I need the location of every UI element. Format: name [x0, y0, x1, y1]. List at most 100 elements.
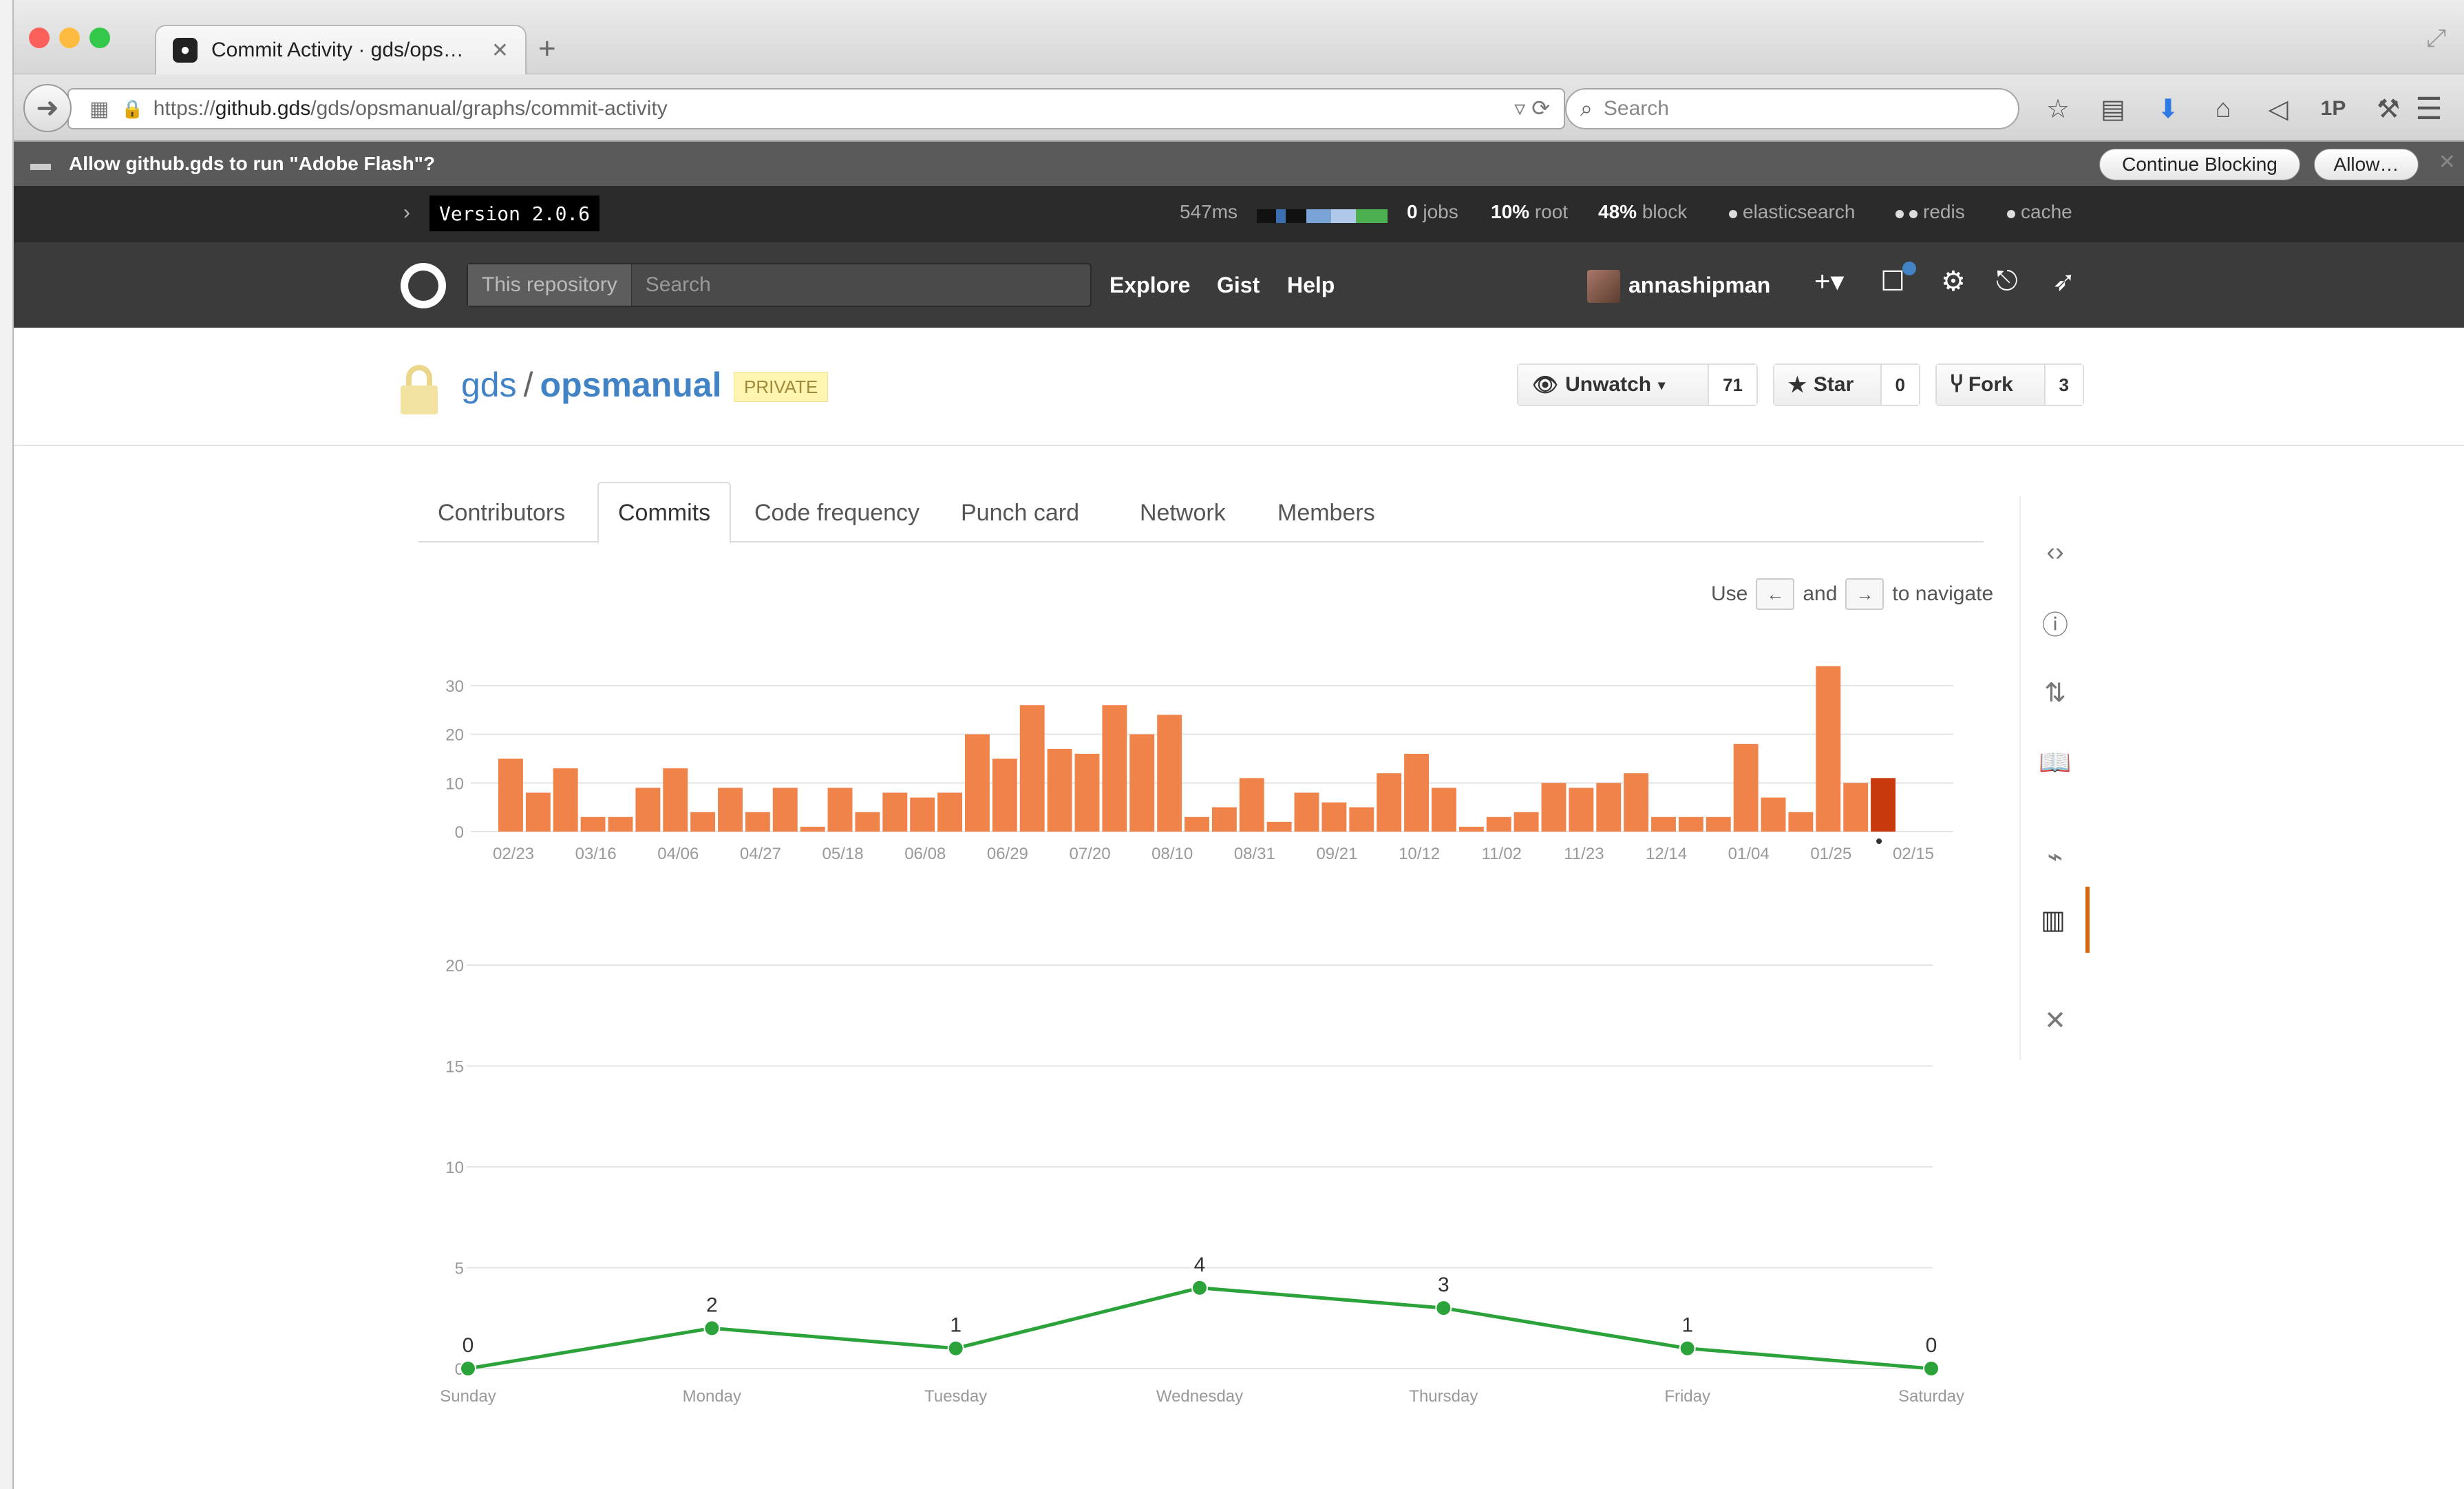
close-window-button[interactable]	[29, 28, 50, 48]
notifications-icon[interactable]: ☐	[1880, 266, 1905, 297]
day-x-tick-label: Monday	[683, 1387, 741, 1406]
graphs-icon[interactable]: ▥	[2021, 887, 2090, 953]
star-icon: ★	[1788, 373, 1807, 397]
commit-bar	[1349, 807, 1374, 832]
hamburger-menu-icon[interactable]: ☰	[2405, 89, 2453, 128]
commit-bar	[1019, 705, 1045, 832]
github-favicon-icon: ●	[173, 38, 198, 63]
cache-status: cache	[2007, 201, 2072, 223]
tab-contributors[interactable]: Contributors	[418, 482, 584, 544]
fork-icon: Ⴤ	[1951, 373, 1963, 397]
1password-icon[interactable]: 1P	[2306, 87, 2361, 131]
repo-owner-link[interactable]: gds	[461, 366, 517, 404]
tab-commits[interactable]: Commits	[597, 482, 732, 544]
watch-button-group: 👁 Unwatch ▾ 71	[1517, 363, 1758, 406]
stargazers-count[interactable]: 0	[1881, 365, 1919, 405]
close-notification-icon[interactable]: ✕	[2439, 150, 2456, 174]
unwatch-button[interactable]: 👁 Unwatch ▾	[1518, 365, 1710, 405]
issues-icon[interactable]: ⓘ	[2021, 595, 2090, 650]
wiki-icon[interactable]: 📖	[2021, 735, 2090, 790]
back-arrow-icon: ➜	[36, 93, 59, 123]
continue-blocking-button[interactable]: Continue Blocking	[2099, 149, 2300, 180]
tab-punch-card[interactable]: Punch card	[942, 482, 1098, 544]
staff-bar: › Version 2.0.6 547ms 0 jobs 10% root 48…	[14, 186, 2464, 242]
search-icon: ⌕	[1580, 96, 1593, 120]
fork-button-group: Ⴤ Fork 3	[1935, 363, 2084, 406]
pulse-icon[interactable]: ⌁	[2021, 829, 2090, 884]
commit-bar	[1294, 792, 1319, 832]
root-stat: 10% root	[1491, 201, 1569, 222]
bookmark-star-icon[interactable]: ☆	[2030, 87, 2085, 131]
create-new-icon[interactable]: +▾	[1814, 266, 1844, 297]
back-button[interactable]: ➜	[23, 84, 72, 132]
elasticsearch-status: elasticsearch	[1729, 201, 1855, 223]
settings-gear-icon[interactable]: ⚙	[1941, 266, 1966, 297]
star-button[interactable]: ★ Star	[1774, 365, 1882, 405]
home-icon[interactable]: ⌂	[2196, 87, 2251, 131]
downloads-icon[interactable]: ⬇	[2141, 87, 2196, 131]
nav-explore-link[interactable]: Explore	[1109, 273, 1190, 298]
browser-search-placeholder: Search	[1603, 97, 1669, 120]
new-tab-button[interactable]: +	[538, 32, 556, 66]
nav-help-link[interactable]: Help	[1287, 273, 1335, 298]
commit-bar	[1624, 773, 1649, 832]
line-y-tick-label: 15	[445, 1058, 464, 1077]
commit-bar	[937, 792, 963, 832]
octocat-logo-icon[interactable]	[401, 263, 446, 308]
tab-code-frequency[interactable]: Code frequency	[735, 482, 939, 544]
bar-x-tick-label: 01/25	[1810, 845, 1851, 863]
settings-tools-icon[interactable]: ✕	[2021, 993, 2090, 1048]
fork-button[interactable]: Ⴤ Fork	[1937, 365, 2046, 405]
minimize-window-button[interactable]	[59, 28, 80, 48]
commit-bar	[1404, 753, 1430, 832]
redis-status: redis	[1895, 201, 1965, 223]
repo-title-separator: /	[523, 366, 533, 404]
line-y-tick-label: 10	[445, 1159, 464, 1177]
site-identity-icon[interactable]: ▦	[89, 97, 109, 121]
send-icon[interactable]: ◁	[2251, 87, 2306, 131]
bar-x-tick-label: 08/10	[1151, 845, 1193, 863]
plugin-notification-bar: ▬ Allow github.gds to run "Adobe Flash"?…	[14, 142, 2464, 186]
site-admin-rocket-icon[interactable]: ➶	[2052, 266, 2076, 297]
repo-name-link[interactable]: opsmanual	[540, 366, 722, 404]
pull-request-icon[interactable]: ⇅	[2021, 665, 2090, 720]
commit-bar	[1047, 748, 1072, 832]
allow-flash-button[interactable]: Allow…	[2314, 149, 2419, 180]
bar-x-tick-label: 05/18	[822, 845, 864, 863]
commit-bar	[965, 734, 990, 832]
browser-tab[interactable]: ● Commit Activity · gds/ops… ✕	[155, 25, 527, 74]
day-point	[1435, 1300, 1452, 1317]
watchers-count[interactable]: 71	[1709, 365, 1756, 405]
avatar[interactable]	[1587, 270, 1620, 303]
day-value-label: 0	[1926, 1334, 1937, 1357]
nav-gist-link[interactable]: Gist	[1217, 273, 1260, 298]
tab-members[interactable]: Members	[1258, 482, 1394, 544]
fullscreen-icon[interactable]: ⤢	[2426, 23, 2446, 53]
commit-bar	[1486, 816, 1511, 832]
sign-out-icon[interactable]: ⎋	[1996, 266, 2018, 297]
zoom-window-button[interactable]	[89, 28, 110, 48]
reload-icon[interactable]: ▿ ⟳	[1514, 95, 1550, 121]
forks-count[interactable]: 3	[2045, 365, 2083, 405]
private-label: PRIVATE	[734, 372, 829, 402]
reading-list-icon[interactable]: ▤	[2085, 87, 2141, 131]
username-link[interactable]: annashipman	[1628, 273, 1770, 298]
code-icon[interactable]: ‹›	[2021, 525, 2090, 580]
expand-chevron-icon[interactable]: ›	[403, 201, 410, 224]
plugin-message: Allow github.gds to run "Adobe Flash"?	[69, 153, 436, 174]
repo-search: This repository	[467, 263, 1092, 307]
search-scope-label: This repository	[468, 264, 632, 306]
day-value-label: 1	[1681, 1314, 1693, 1337]
url-bar[interactable]: ▦ 🔒 https://github.gds/gds/opsmanual/gra…	[67, 88, 1565, 129]
bar-y-tick-label: 20	[445, 726, 464, 745]
bar-x-tick-label: 03/16	[575, 845, 617, 863]
header-search-input[interactable]	[631, 273, 1045, 297]
bar-x-tick-label: 01/04	[1728, 845, 1770, 863]
jobs-stat: 0 jobs	[1407, 201, 1458, 222]
hint-and: and	[1803, 582, 1838, 605]
tab-network[interactable]: Network	[1121, 482, 1245, 544]
browser-search-field[interactable]: ⌕ Search	[1565, 88, 2019, 129]
tab-close-icon[interactable]: ✕	[491, 39, 509, 63]
bar-y-tick-label: 30	[445, 677, 464, 696]
day-point	[1679, 1340, 1696, 1357]
